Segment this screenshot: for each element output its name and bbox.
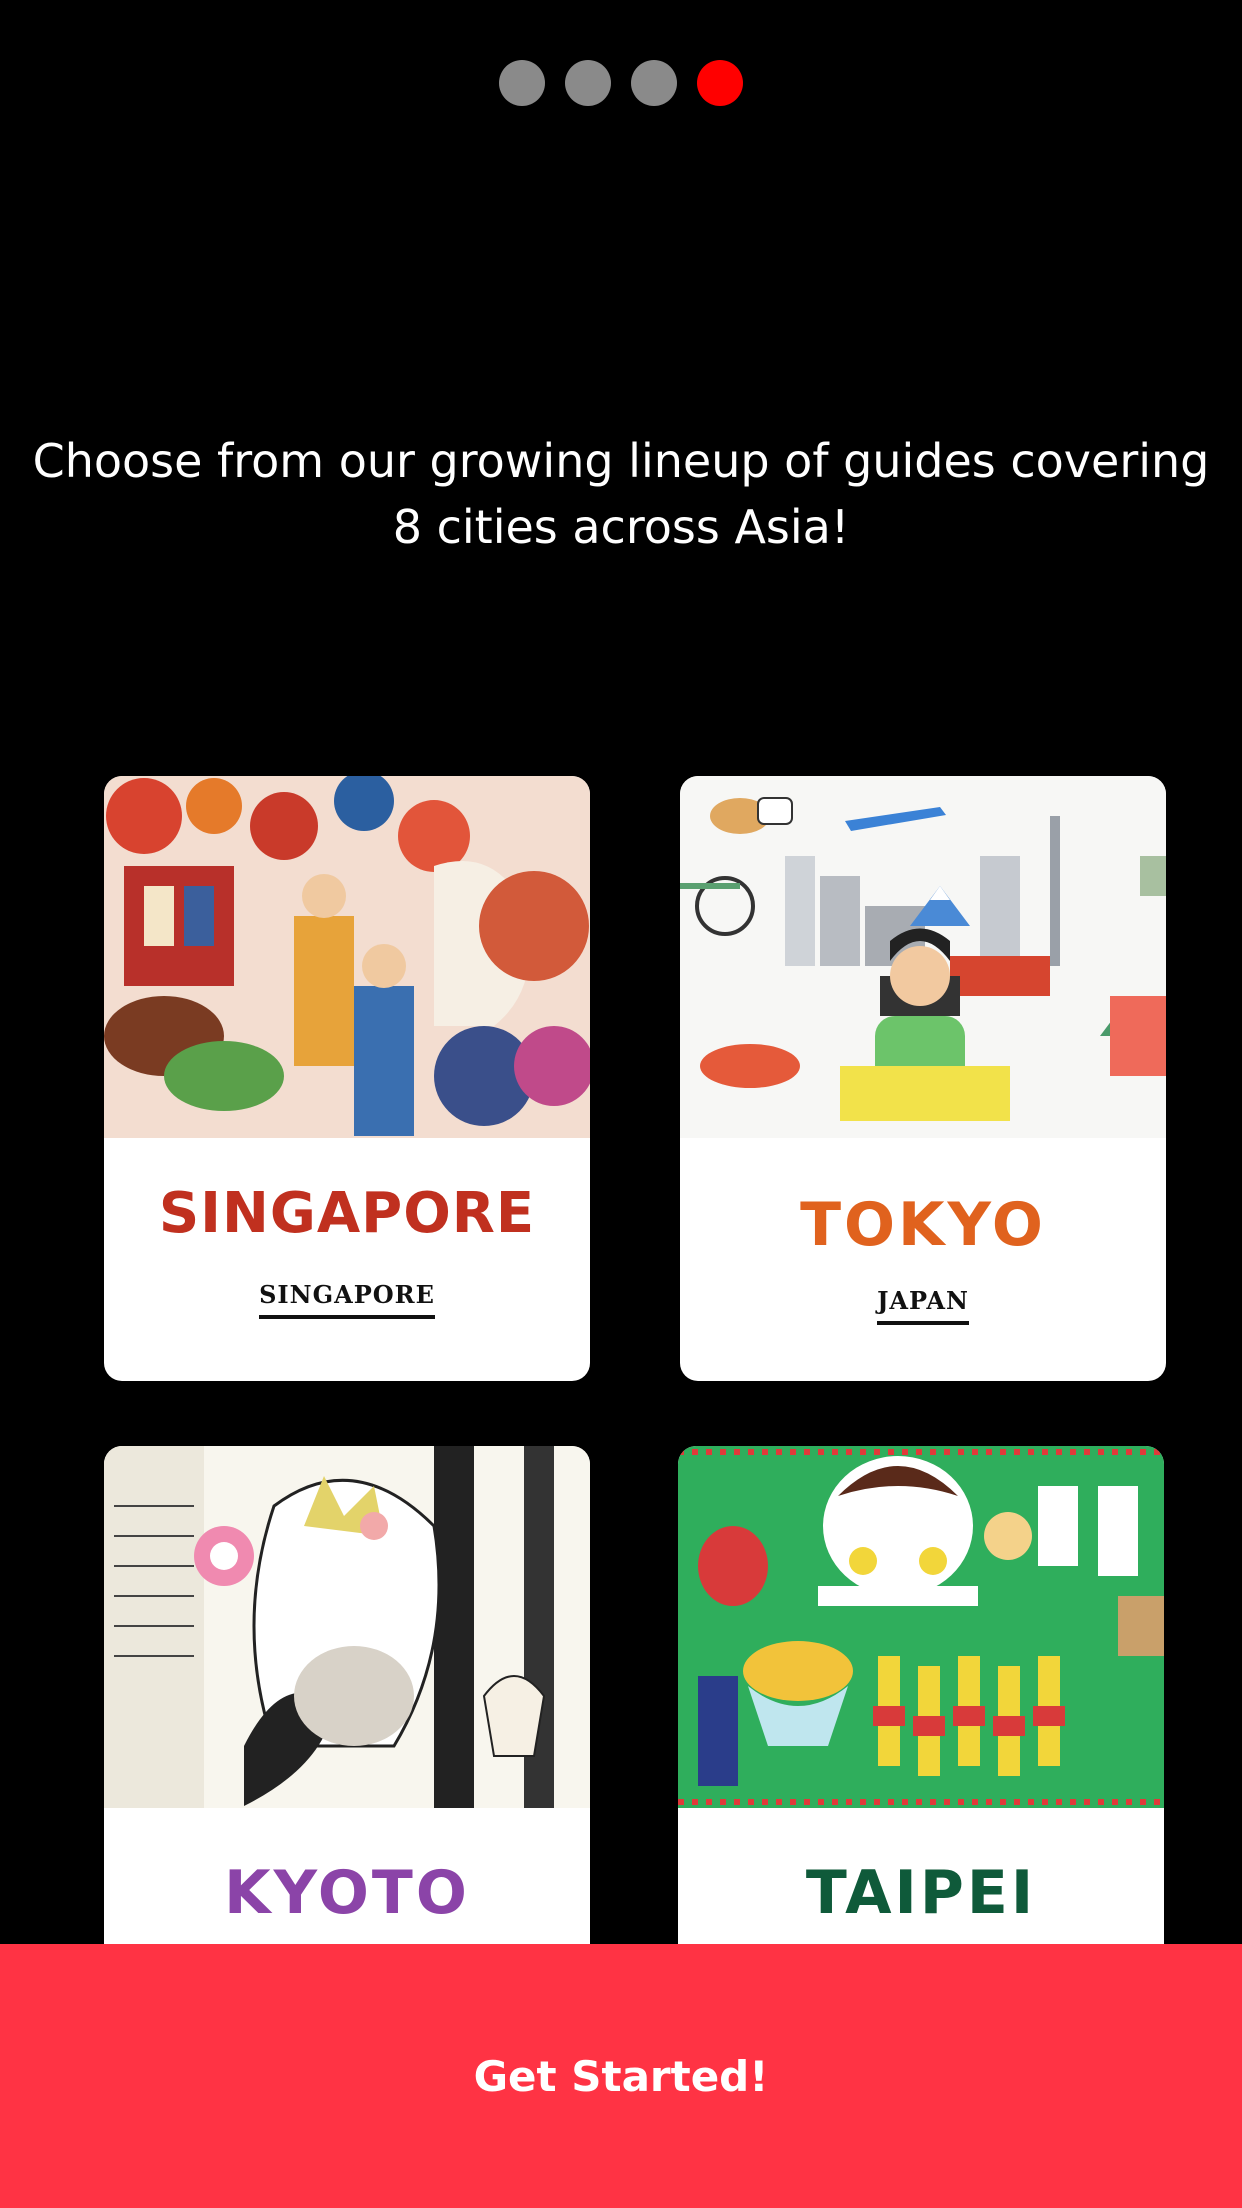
taipei-illustration [678,1446,1164,1808]
guide-grid: SINGAPORE SINGAPORE TOKYO JAPAN KYOTO TA… [0,0,1242,2208]
get-started-button[interactable]: Get Started! [0,1944,1242,2208]
guide-city-name: TAIPEI [805,1858,1037,1928]
singapore-illustration [104,776,590,1138]
guide-city-name: TOKYO [800,1190,1046,1260]
guide-country-name: JAPAN [680,1286,1166,1325]
guide-country-label: SINGAPORE [259,1280,435,1319]
tokyo-illustration [680,776,1166,1138]
guide-card-tokyo[interactable]: TOKYO JAPAN [680,776,1166,1381]
guide-card-singapore[interactable]: SINGAPORE SINGAPORE [104,776,590,1381]
kyoto-illustration [104,1446,590,1808]
guide-city-name: SINGAPORE [158,1181,536,1246]
guide-country-name: SINGAPORE [104,1280,590,1319]
guide-country-label: JAPAN [877,1286,969,1325]
guide-city-name: KYOTO [224,1858,470,1928]
